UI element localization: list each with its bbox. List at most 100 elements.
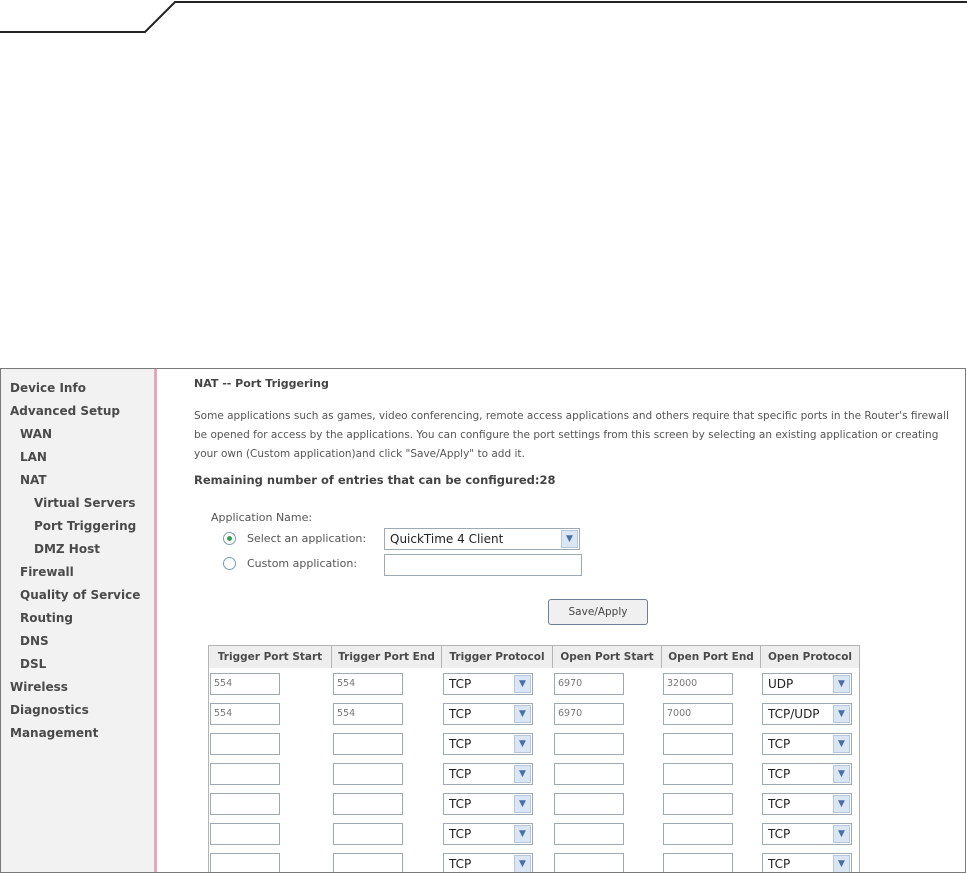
open-port-end-input[interactable] bbox=[663, 853, 733, 872]
custom-application-radio[interactable] bbox=[223, 557, 236, 570]
open-protocol-select[interactable]: TCP ▼ bbox=[762, 733, 852, 755]
trigger-port-end-input[interactable]: 554 bbox=[333, 703, 403, 725]
chevron-down-icon[interactable]: ▼ bbox=[561, 530, 578, 548]
chevron-down-icon[interactable]: ▼ bbox=[833, 705, 850, 723]
open-protocol-select[interactable]: TCP ▼ bbox=[762, 763, 852, 785]
trigger-protocol-select-value: TCP bbox=[449, 797, 472, 811]
trigger-protocol-select[interactable]: TCP ▼ bbox=[443, 793, 533, 815]
trigger-port-end-input[interactable] bbox=[333, 763, 403, 785]
router-config-window: Device Info Advanced Setup WAN LAN NAT V… bbox=[0, 368, 966, 873]
chevron-down-icon[interactable]: ▼ bbox=[514, 795, 531, 813]
trigger-port-start-input[interactable] bbox=[210, 793, 280, 815]
trigger-protocol-select[interactable]: TCP ▼ bbox=[443, 733, 533, 755]
chevron-down-icon[interactable]: ▼ bbox=[514, 705, 531, 723]
open-port-end-input[interactable] bbox=[663, 793, 733, 815]
application-select[interactable]: QuickTime 4 Client ▼ bbox=[384, 528, 580, 550]
trigger-port-end-input[interactable]: 554 bbox=[333, 673, 403, 695]
sidebar-item-quality-of-service[interactable]: Quality of Service bbox=[20, 588, 140, 602]
open-protocol-select[interactable]: TCP ▼ bbox=[762, 823, 852, 845]
column-header-open-port-end: Open Port End bbox=[662, 646, 761, 668]
table-row: 554 554 TCP ▼ 6970 7000 TCP/UDP ▼ bbox=[209, 699, 859, 729]
open-port-start-input[interactable] bbox=[554, 763, 624, 785]
remaining-entries-text: Remaining number of entries that can be … bbox=[194, 473, 556, 487]
open-port-start-input[interactable]: 6970 bbox=[554, 673, 624, 695]
open-protocol-select-value: TCP bbox=[768, 737, 791, 751]
open-port-end-input[interactable] bbox=[663, 733, 733, 755]
trigger-protocol-select[interactable]: TCP ▼ bbox=[443, 853, 533, 872]
chevron-down-icon[interactable]: ▼ bbox=[833, 675, 850, 693]
open-port-start-input[interactable] bbox=[554, 853, 624, 872]
chevron-down-icon[interactable]: ▼ bbox=[514, 675, 531, 693]
trigger-port-start-input[interactable] bbox=[210, 853, 280, 872]
open-port-end-input[interactable]: 32000 bbox=[663, 673, 733, 695]
sidebar-item-dmz-host[interactable]: DMZ Host bbox=[34, 542, 100, 556]
open-protocol-select-value: TCP/UDP bbox=[768, 707, 820, 721]
trigger-port-end-input[interactable] bbox=[333, 793, 403, 815]
open-port-end-input[interactable] bbox=[663, 763, 733, 785]
sidebar-item-dns[interactable]: DNS bbox=[20, 634, 49, 648]
chevron-down-icon[interactable]: ▼ bbox=[514, 855, 531, 872]
sidebar-item-port-triggering[interactable]: Port Triggering bbox=[34, 519, 136, 533]
trigger-protocol-select-value: TCP bbox=[449, 677, 472, 691]
column-header-open-protocol: Open Protocol bbox=[761, 646, 859, 668]
chevron-down-icon[interactable]: ▼ bbox=[833, 825, 850, 843]
trigger-port-end-input[interactable] bbox=[333, 853, 403, 872]
open-port-start-input[interactable] bbox=[554, 793, 624, 815]
open-port-end-input[interactable] bbox=[663, 823, 733, 845]
trigger-protocol-select[interactable]: TCP ▼ bbox=[443, 823, 533, 845]
open-protocol-select-value: UDP bbox=[768, 677, 794, 691]
save-apply-button[interactable]: Save/Apply bbox=[548, 599, 648, 625]
sidebar-item-lan[interactable]: LAN bbox=[20, 450, 47, 464]
sidebar-item-wan[interactable]: WAN bbox=[20, 427, 52, 441]
chevron-down-icon[interactable]: ▼ bbox=[514, 825, 531, 843]
open-protocol-select[interactable]: TCP/UDP ▼ bbox=[762, 703, 852, 725]
open-protocol-select[interactable]: TCP ▼ bbox=[762, 793, 852, 815]
open-port-start-input[interactable]: 6970 bbox=[554, 703, 624, 725]
sidebar-item-dsl[interactable]: DSL bbox=[20, 657, 46, 671]
sidebar-item-advanced-setup[interactable]: Advanced Setup bbox=[10, 404, 120, 418]
application-select-value: QuickTime 4 Client bbox=[390, 532, 504, 546]
port-trigger-table: Trigger Port Start Trigger Port End Trig… bbox=[208, 645, 860, 872]
trigger-port-start-input[interactable] bbox=[210, 763, 280, 785]
custom-application-label: Custom application: bbox=[247, 557, 358, 570]
open-protocol-select-value: TCP bbox=[768, 827, 791, 841]
column-header-trigger-port-end: Trigger Port End bbox=[332, 646, 442, 668]
trigger-protocol-select[interactable]: TCP ▼ bbox=[443, 763, 533, 785]
sidebar-nav: Device Info Advanced Setup WAN LAN NAT V… bbox=[1, 369, 157, 872]
open-port-start-input[interactable] bbox=[554, 823, 624, 845]
sidebar-item-management[interactable]: Management bbox=[10, 726, 98, 740]
sidebar-item-nat[interactable]: NAT bbox=[20, 473, 47, 487]
trigger-port-start-input[interactable]: 554 bbox=[210, 703, 280, 725]
application-name-label: Application Name: bbox=[211, 511, 313, 524]
chevron-down-icon[interactable]: ▼ bbox=[833, 795, 850, 813]
main-content: NAT -- Port Triggering Some applications… bbox=[161, 369, 965, 872]
chevron-down-icon[interactable]: ▼ bbox=[514, 765, 531, 783]
table-row: TCP ▼ TCP ▼ bbox=[209, 759, 859, 789]
open-protocol-select[interactable]: TCP ▼ bbox=[762, 853, 852, 872]
chevron-down-icon[interactable]: ▼ bbox=[833, 765, 850, 783]
sidebar-item-routing[interactable]: Routing bbox=[20, 611, 73, 625]
chevron-down-icon[interactable]: ▼ bbox=[833, 735, 850, 753]
trigger-port-start-input[interactable] bbox=[210, 733, 280, 755]
trigger-protocol-select-value: TCP bbox=[449, 857, 472, 871]
trigger-port-start-input[interactable] bbox=[210, 823, 280, 845]
open-port-end-input[interactable]: 7000 bbox=[663, 703, 733, 725]
trigger-port-start-input[interactable]: 554 bbox=[210, 673, 280, 695]
chevron-down-icon[interactable]: ▼ bbox=[514, 735, 531, 753]
custom-application-input[interactable] bbox=[384, 554, 582, 576]
trigger-protocol-select-value: TCP bbox=[449, 707, 472, 721]
trigger-protocol-select[interactable]: TCP ▼ bbox=[443, 673, 533, 695]
select-application-radio[interactable] bbox=[223, 532, 236, 545]
trigger-protocol-select[interactable]: TCP ▼ bbox=[443, 703, 533, 725]
trigger-port-end-input[interactable] bbox=[333, 733, 403, 755]
open-port-start-input[interactable] bbox=[554, 733, 624, 755]
sidebar-item-device-info[interactable]: Device Info bbox=[10, 381, 86, 395]
open-protocol-select-value: TCP bbox=[768, 767, 791, 781]
sidebar-item-firewall[interactable]: Firewall bbox=[20, 565, 74, 579]
trigger-port-end-input[interactable] bbox=[333, 823, 403, 845]
sidebar-item-wireless[interactable]: Wireless bbox=[10, 680, 68, 694]
chevron-down-icon[interactable]: ▼ bbox=[833, 855, 850, 872]
sidebar-item-diagnostics[interactable]: Diagnostics bbox=[10, 703, 89, 717]
open-protocol-select[interactable]: UDP ▼ bbox=[762, 673, 852, 695]
sidebar-item-virtual-servers[interactable]: Virtual Servers bbox=[34, 496, 136, 510]
